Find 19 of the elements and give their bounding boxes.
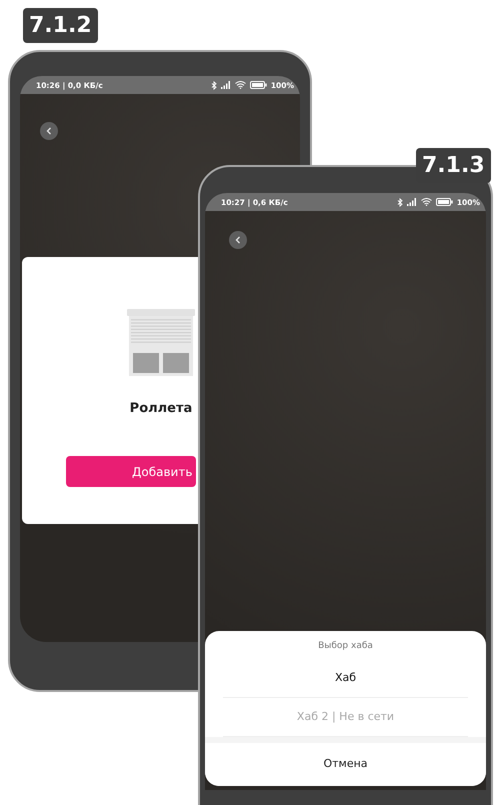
bluetooth-icon: [210, 80, 217, 90]
back-button[interactable]: [229, 231, 247, 249]
wifi-icon: [420, 198, 432, 206]
bluetooth-icon: [396, 198, 403, 206]
battery-icon: [250, 81, 267, 89]
wifi-icon: [234, 81, 246, 89]
back-icon: [235, 236, 241, 244]
device-name: Роллета: [130, 401, 192, 416]
shutter-drawing: [127, 309, 195, 377]
hub-option[interactable]: Хаб: [223, 659, 468, 698]
step-label: 7.1.3: [416, 148, 491, 183]
step-label: 7.1.2: [23, 8, 98, 43]
add-button[interactable]: Добавить: [66, 456, 196, 487]
back-button[interactable]: [40, 122, 58, 140]
signal-icon: [406, 198, 417, 206]
back-icon: [46, 127, 52, 135]
battery-icon: [436, 198, 453, 206]
sheet-title: Выбор хаба: [317, 640, 374, 653]
signal-icon: [220, 81, 231, 89]
